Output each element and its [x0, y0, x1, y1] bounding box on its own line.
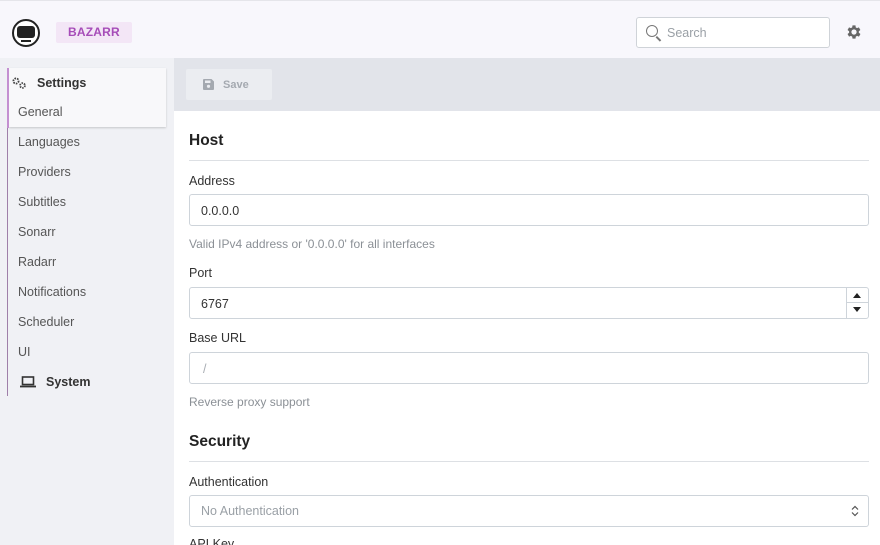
sidebar-item-notifications[interactable]: Notifications — [18, 277, 86, 307]
address-label: Address — [189, 174, 235, 188]
sidebar-item-settings-label: Settings — [37, 76, 87, 90]
sidebar-item-scheduler[interactable]: Scheduler — [18, 307, 74, 337]
cogs-icon — [12, 77, 26, 89]
search-input[interactable] — [667, 22, 825, 44]
stepper-down-icon[interactable] — [853, 307, 861, 312]
host-divider — [189, 160, 869, 161]
sidebar-item-settings[interactable]: Settings — [11, 68, 86, 98]
sidebar-item-languages[interactable]: Languages — [18, 127, 80, 157]
port-field[interactable] — [189, 287, 869, 319]
search-box[interactable] — [636, 17, 830, 48]
sidebar-item-general[interactable]: General — [18, 97, 62, 127]
port-label: Port — [189, 266, 212, 280]
toolbar: Save — [174, 58, 880, 111]
sidebar-item-subtitles[interactable]: Subtitles — [18, 187, 66, 217]
base-url-field[interactable] — [189, 352, 869, 384]
active-indicator — [7, 68, 9, 128]
port-stepper[interactable] — [846, 288, 868, 318]
sidebar-item-system-label: System — [46, 375, 91, 389]
authentication-label: Authentication — [189, 475, 269, 489]
port-input[interactable] — [201, 294, 841, 313]
sidebar: Settings General Languages Providers Sub… — [0, 58, 174, 545]
sidebar-item-sonarr[interactable]: Sonarr — [18, 217, 56, 247]
brand-badge[interactable]: BAZARR — [56, 22, 132, 43]
host-section-title: Host — [189, 132, 224, 149]
bazarr-logo-icon[interactable] — [12, 19, 40, 47]
floppy-disk-icon — [203, 79, 214, 90]
address-help: Valid IPv4 address or '0.0.0.0' for all … — [189, 237, 435, 251]
sidebar-item-radarr[interactable]: Radarr — [18, 247, 56, 277]
api-key-label: API Key — [189, 537, 235, 545]
security-divider — [189, 461, 869, 462]
base-url-label: Base URL — [189, 331, 246, 345]
base-url-input[interactable] — [203, 359, 843, 378]
authentication-select[interactable]: No Authentication — [189, 495, 869, 527]
address-field[interactable] — [189, 194, 869, 226]
sidebar-item-system[interactable]: System — [20, 367, 90, 397]
save-button-label: Save — [223, 78, 249, 91]
sidebar-item-ui[interactable]: UI — [18, 337, 31, 367]
gear-icon[interactable] — [845, 23, 863, 41]
select-caret-icon — [851, 505, 859, 517]
sidebar-item-providers[interactable]: Providers — [18, 157, 71, 187]
stepper-up-icon[interactable] — [853, 293, 861, 298]
security-section-title: Security — [189, 433, 251, 450]
authentication-value: No Authentication — [201, 504, 299, 518]
base-url-help: Reverse proxy support — [189, 395, 310, 409]
top-bar: BAZARR — [0, 0, 880, 58]
search-icon — [646, 25, 658, 37]
laptop-icon — [20, 376, 36, 388]
settings-general-panel: Host Address Valid IPv4 address or '0.0.… — [174, 111, 880, 545]
address-input[interactable] — [201, 201, 841, 220]
save-button[interactable]: Save — [186, 69, 272, 100]
